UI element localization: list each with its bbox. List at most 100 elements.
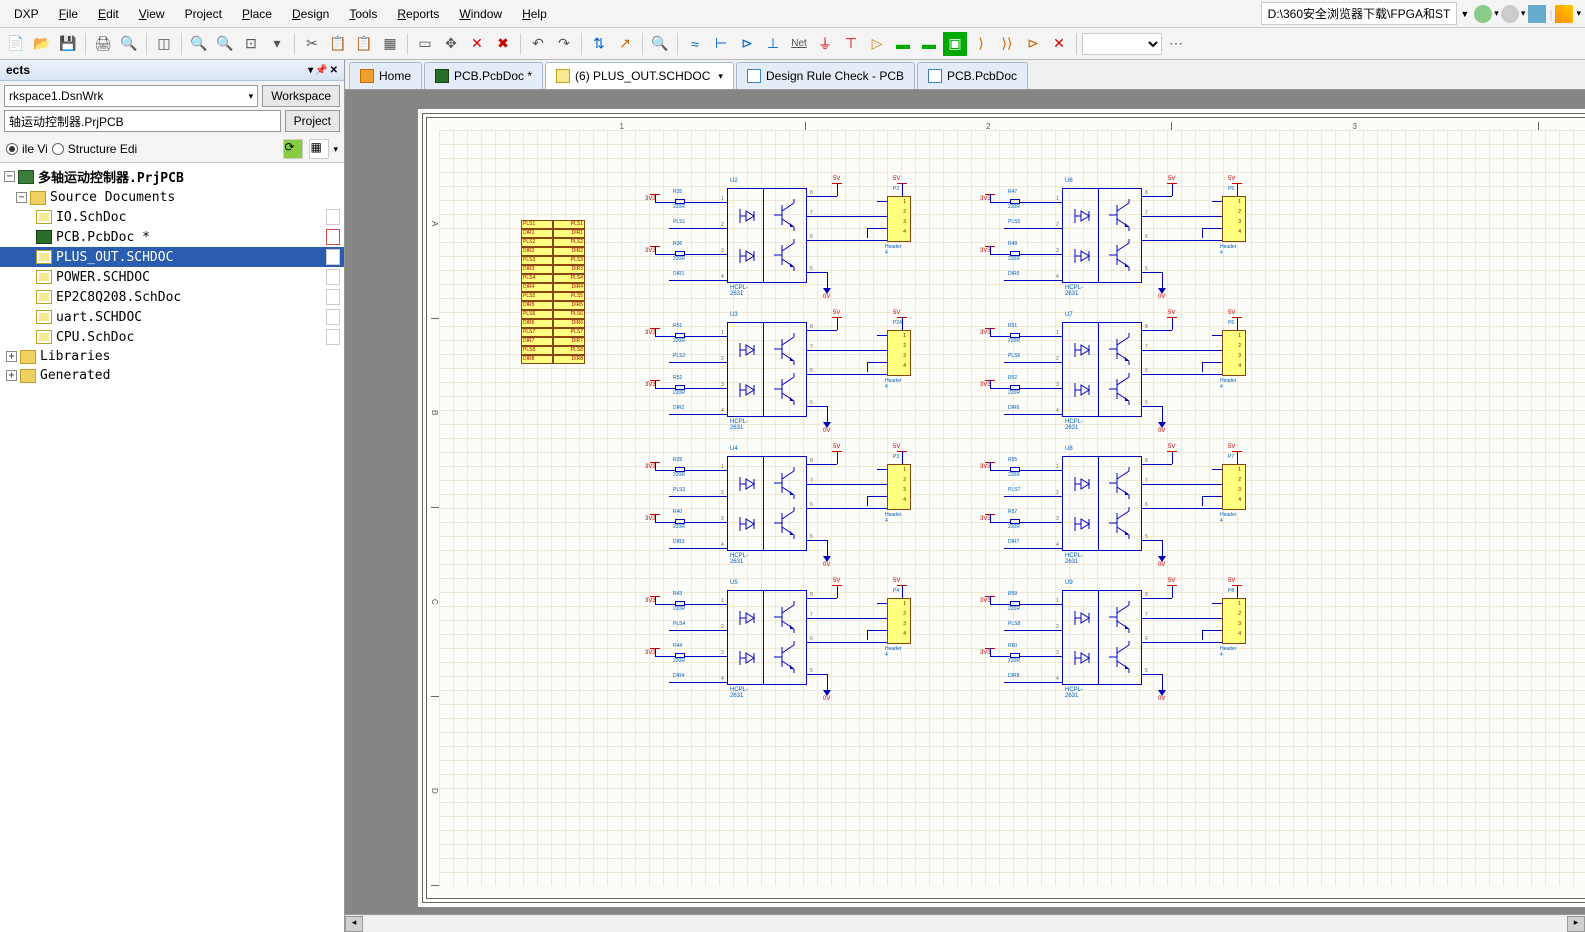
- redo-icon[interactable]: ↷: [552, 32, 576, 56]
- tree-file[interactable]: PLUS_OUT.SCHDOC: [0, 247, 344, 267]
- net-label-icon[interactable]: ⊥: [761, 32, 785, 56]
- schematic-canvas[interactable]: 1234 ABCD PLS1PLS1DIR1DIR1PLS2PLS2DIR2DI…: [345, 90, 1585, 914]
- rpt-icon: [928, 69, 942, 83]
- rpt-icon: [747, 69, 761, 83]
- bus-entry-icon[interactable]: ⊳: [735, 32, 759, 56]
- panel-dd-icon[interactable]: ▾: [308, 65, 313, 76]
- panel-pin-icon[interactable]: 📌: [315, 65, 327, 76]
- tree-project-root[interactable]: − 多轴运动控制器.PrjPCB: [0, 165, 344, 188]
- deselect-icon[interactable]: ✕: [465, 32, 489, 56]
- menu-place[interactable]: Place: [232, 3, 282, 25]
- pencil-icon[interactable]: [1555, 5, 1573, 23]
- cross-probe-icon[interactable]: ↗: [613, 32, 637, 56]
- preview-icon[interactable]: 🔍: [117, 32, 141, 56]
- workspace-combo[interactable]: rkspace1.DsnWrk▾: [4, 85, 258, 107]
- tree-file[interactable]: IO.SchDoc: [0, 207, 344, 227]
- sheet-entry-icon[interactable]: ▬: [917, 32, 941, 56]
- no-erc-icon[interactable]: ✕: [1047, 32, 1071, 56]
- more-icon[interactable]: ⋯: [1164, 32, 1188, 56]
- main-toolbar: 📄 📂 💾 🖨 🔍 ◫ 🔍 🔍 ⊡ ▾ ✂ 📋 📋 ▦ ▭ ✥ ✕ ✖ ↶ ↷ …: [0, 28, 1585, 60]
- menu-project[interactable]: Project: [175, 3, 232, 25]
- menu-design[interactable]: Design: [282, 3, 339, 25]
- menu-help[interactable]: Help: [512, 3, 557, 25]
- zoom-area-icon[interactable]: 🔍: [213, 32, 237, 56]
- tree-file[interactable]: CPU.SchDoc: [0, 327, 344, 347]
- copy-icon[interactable]: 📋: [326, 32, 350, 56]
- view-mode-row: ile Vi Structure Edi ⟳ ▦ ▾: [0, 136, 344, 162]
- vcc-icon[interactable]: ⊤: [839, 32, 863, 56]
- panel-header: ects ▾ 📌 ✕: [0, 60, 344, 81]
- move-icon[interactable]: ✥: [439, 32, 463, 56]
- browse-icon[interactable]: 🔍: [648, 32, 672, 56]
- cut-icon[interactable]: ✂: [300, 32, 324, 56]
- offsheet-icon[interactable]: ⊳: [1021, 32, 1045, 56]
- new-doc-icon[interactable]: 📄: [4, 32, 28, 56]
- zoom-dd-icon[interactable]: ▾: [265, 32, 289, 56]
- home-icon: [360, 69, 374, 83]
- document-tabs: HomePCB.PcbDoc *(6) PLUS_OUT.SCHDOC▾Desi…: [345, 60, 1585, 90]
- menubar: DXP File Edit View Project Place Design …: [0, 0, 1585, 28]
- menu-reports[interactable]: Reports: [387, 3, 449, 25]
- mode-combo[interactable]: [1082, 33, 1162, 55]
- tree-source-docs[interactable]: − Source Documents: [0, 188, 344, 207]
- port-icon[interactable]: ⟩⟩: [995, 32, 1019, 56]
- paste-icon[interactable]: 📋: [352, 32, 376, 56]
- structure-view-radio[interactable]: [52, 143, 64, 155]
- scroll-right-icon[interactable]: ▸: [1567, 916, 1585, 932]
- stamp-icon[interactable]: ▦: [378, 32, 402, 56]
- sch-icon: [556, 69, 570, 83]
- sheet-sym-icon[interactable]: ▬: [891, 32, 915, 56]
- scroll-left-icon[interactable]: ◂: [345, 916, 363, 932]
- print-icon[interactable]: 🖨: [91, 32, 115, 56]
- tree-libraries[interactable]: + Libraries: [0, 347, 344, 366]
- project-button[interactable]: Project: [285, 110, 340, 132]
- doc-tab[interactable]: Home: [349, 62, 422, 89]
- panel-close-icon[interactable]: ✕: [330, 65, 338, 76]
- nav-fwd-button[interactable]: [1501, 5, 1519, 23]
- doc-tab[interactable]: PCB.PcbDoc *: [424, 62, 543, 89]
- path-display[interactable]: D:\360安全浏览器下载\FPGA和ST: [1261, 2, 1458, 25]
- updown-icon[interactable]: ⇅: [587, 32, 611, 56]
- h-scrollbar[interactable]: ◂ ▸: [345, 914, 1585, 932]
- tree-file[interactable]: POWER.SCHDOC: [0, 267, 344, 287]
- nav-back-button[interactable]: [1474, 5, 1492, 23]
- zoom-fit-icon[interactable]: 🔍: [187, 32, 211, 56]
- tree-generated[interactable]: + Generated: [0, 366, 344, 385]
- projects-panel: ects ▾ 📌 ✕ rkspace1.DsnWrk▾ Workspace 轴运…: [0, 60, 345, 932]
- clear-icon[interactable]: ✖: [491, 32, 515, 56]
- tree-file[interactable]: uart.SCHDOC: [0, 307, 344, 327]
- project-combo[interactable]: 轴运动控制器.PrjPCB: [4, 110, 281, 132]
- nav-up-icon[interactable]: [1528, 5, 1546, 23]
- doc-tab[interactable]: Design Rule Check - PCB: [736, 62, 915, 89]
- menu-view[interactable]: View: [129, 3, 175, 25]
- menu-tools[interactable]: Tools: [339, 3, 387, 25]
- menu-edit[interactable]: Edit: [88, 3, 129, 25]
- zoom-select-icon[interactable]: ⊡: [239, 32, 263, 56]
- menu-dxp[interactable]: DXP: [4, 3, 49, 25]
- refresh-icon[interactable]: ⟳: [283, 139, 303, 159]
- undo-icon[interactable]: ↶: [526, 32, 550, 56]
- project-tree: − 多轴运动控制器.PrjPCB − Source Documents IO.S…: [0, 162, 344, 932]
- save-icon[interactable]: 💾: [56, 32, 80, 56]
- tree-file[interactable]: EP2C8Q208.SchDoc: [0, 287, 344, 307]
- bus-icon[interactable]: ⊢: [709, 32, 733, 56]
- hierarchy-icon[interactable]: ◫: [152, 32, 176, 56]
- file-view-radio[interactable]: [6, 143, 18, 155]
- options-icon[interactable]: ▦: [309, 139, 329, 159]
- tree-file[interactable]: PCB.PcbDoc *: [0, 227, 344, 247]
- wire-icon[interactable]: ≈: [683, 32, 707, 56]
- doc-tab[interactable]: PCB.PcbDoc: [917, 62, 1028, 89]
- device-sheet-icon[interactable]: ▣: [943, 32, 967, 56]
- open-icon[interactable]: 📂: [30, 32, 54, 56]
- part-icon[interactable]: ▷: [865, 32, 889, 56]
- net-text-icon[interactable]: Net: [787, 32, 811, 56]
- pcb-icon: [435, 69, 449, 83]
- menu-window[interactable]: Window: [449, 3, 512, 25]
- harness-icon[interactable]: ⟩: [969, 32, 993, 56]
- select-rect-icon[interactable]: ▭: [413, 32, 437, 56]
- menu-file[interactable]: File: [49, 3, 88, 25]
- gnd-icon[interactable]: ⏚: [813, 32, 837, 56]
- workspace-button[interactable]: Workspace: [262, 85, 340, 107]
- net-label-block: PLS1PLS1DIR1DIR1PLS2PLS2DIR2DIR2PLS3PLS3…: [521, 220, 585, 364]
- doc-tab[interactable]: (6) PLUS_OUT.SCHDOC▾: [545, 62, 734, 89]
